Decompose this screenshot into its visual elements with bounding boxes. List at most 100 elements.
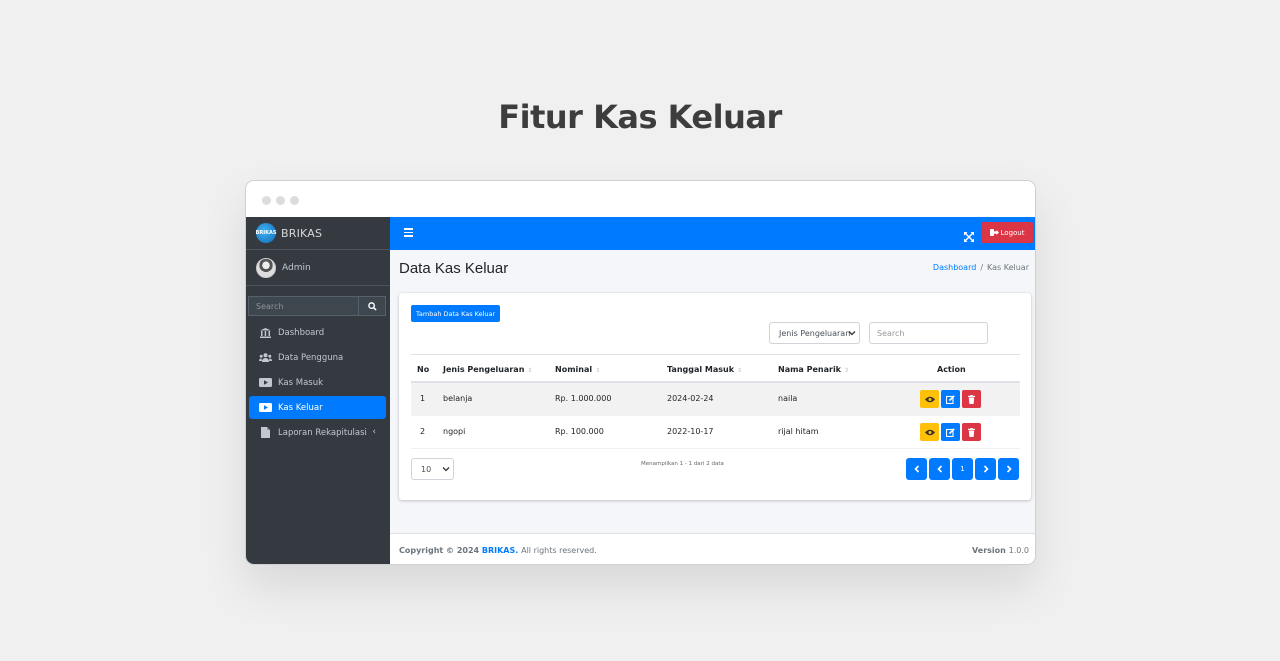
version-info: Version 1.0.0 bbox=[972, 546, 1029, 555]
content-header: Data Kas Keluar Dashboard / Kas Keluar bbox=[390, 250, 1035, 288]
search-icon bbox=[367, 301, 377, 311]
edit-button[interactable] bbox=[941, 390, 960, 408]
previous-page-button[interactable] bbox=[929, 458, 950, 480]
video-icon bbox=[259, 378, 272, 388]
sort-icon: ⇕ bbox=[737, 367, 743, 374]
row-actions bbox=[920, 390, 983, 408]
sidebar-item-label: Dashboard bbox=[278, 327, 325, 338]
column-header-label: Tanggal Masuk bbox=[667, 365, 735, 374]
sidebar-item-label: Kas Masuk bbox=[278, 377, 324, 388]
column-header-no[interactable]: No bbox=[417, 365, 429, 374]
sidebar-item-data-pengguna[interactable]: Data Pengguna bbox=[249, 346, 386, 369]
avatar bbox=[256, 257, 276, 278]
column-header-jenis[interactable]: Jenis Pengeluaran ⇕ bbox=[443, 365, 532, 374]
data-card: Tambah Data Kas Keluar Jenis Pengeluaran… bbox=[399, 293, 1031, 500]
page-heading: Fitur Kas Keluar bbox=[498, 98, 782, 136]
sidebar-search-button[interactable] bbox=[358, 296, 386, 316]
delete-button[interactable] bbox=[962, 390, 981, 408]
brand-logo: BRIKAS bbox=[256, 223, 276, 243]
sidebar-item-label: Data Pengguna bbox=[278, 352, 344, 363]
cell-jenis: belanja bbox=[443, 394, 473, 403]
edit-icon bbox=[946, 427, 955, 437]
sidebar-item-label: Laporan Rekapitulasi bbox=[278, 427, 367, 438]
row-actions bbox=[920, 423, 983, 441]
logout-icon bbox=[989, 229, 999, 236]
page-number-button[interactable]: 1 bbox=[952, 458, 973, 480]
column-header-action: Action bbox=[937, 365, 966, 374]
window-dot bbox=[276, 196, 285, 205]
video-icon bbox=[259, 403, 272, 413]
copyright-prefix: Copyright © 2024 bbox=[399, 546, 480, 555]
breadcrumb-home-link[interactable]: Dashboard bbox=[933, 263, 976, 272]
user-panel[interactable]: Admin bbox=[246, 250, 390, 286]
last-page-button[interactable] bbox=[998, 458, 1019, 480]
chevron-down-icon bbox=[848, 331, 856, 336]
eye-icon bbox=[924, 429, 935, 435]
page-length-value: 10 bbox=[421, 464, 432, 474]
main-content: Logout Data Kas Keluar Dashboard / Kas Kel… bbox=[390, 217, 1035, 564]
logout-label: Logout bbox=[1000, 228, 1025, 237]
breadcrumb-separator: / bbox=[980, 263, 984, 272]
cell-penarik: naila bbox=[778, 394, 798, 403]
footer-brand-link[interactable]: BRIKAS. bbox=[482, 546, 518, 555]
cell-tanggal: 2024-02-24 bbox=[667, 394, 714, 403]
sidebar-item-label: Kas Keluar bbox=[278, 402, 323, 413]
brand-text: BRIKAS bbox=[281, 226, 323, 240]
next-page-button[interactable] bbox=[975, 458, 996, 480]
cell-tanggal: 2022-10-17 bbox=[667, 427, 714, 436]
brand-link[interactable]: BRIKAS BRIKAS bbox=[246, 217, 390, 250]
edit-button[interactable] bbox=[941, 423, 960, 441]
logout-button[interactable]: Logout bbox=[981, 222, 1033, 243]
table-info: Menampilkan 1 - 1 dari 2 data bbox=[641, 461, 724, 467]
browser-window: BRIKAS BRIKAS Admin Dashboard bbox=[245, 180, 1036, 565]
user-name: Admin bbox=[282, 262, 311, 273]
users-icon bbox=[259, 353, 272, 363]
file-icon bbox=[259, 427, 272, 438]
delete-button[interactable] bbox=[962, 423, 981, 441]
cell-penarik: rijal hitam bbox=[778, 427, 819, 436]
chevron-right-icon bbox=[1006, 465, 1012, 473]
chevron-left-icon bbox=[913, 465, 919, 473]
sidebar-item-dashboard[interactable]: Dashboard bbox=[249, 321, 386, 344]
chevron-left-icon bbox=[936, 465, 942, 473]
sidebar-item-kas-masuk[interactable]: Kas Masuk bbox=[249, 371, 386, 394]
edit-icon bbox=[946, 394, 955, 404]
column-header-tanggal[interactable]: Tanggal Masuk ⇕ bbox=[667, 365, 742, 374]
sidebar-search-input[interactable] bbox=[248, 296, 358, 316]
fullscreen-icon[interactable] bbox=[964, 227, 974, 246]
cell-jenis: ngopi bbox=[443, 427, 466, 436]
top-navbar: Logout bbox=[390, 217, 1035, 250]
filter-select-value: Jenis Pengeluaran bbox=[779, 328, 851, 338]
sort-icon: ⇕ bbox=[595, 367, 601, 374]
view-button[interactable] bbox=[920, 390, 939, 408]
cell-nominal: Rp. 100.000 bbox=[555, 427, 604, 436]
cell-no: 1 bbox=[420, 394, 426, 403]
table-search-input[interactable]: Search bbox=[869, 322, 988, 344]
column-header-label: Jenis Pengeluaran bbox=[443, 365, 525, 374]
bank-icon bbox=[259, 327, 272, 338]
table-row: 2 ngopi Rp. 100.000 2022-10-17 rijal hit… bbox=[411, 416, 1020, 449]
column-header-penarik[interactable]: Nama Penarik ⇕ bbox=[778, 365, 849, 374]
view-button[interactable] bbox=[920, 423, 939, 441]
page-length-select[interactable]: 10 bbox=[411, 458, 454, 480]
cell-no: 2 bbox=[420, 427, 426, 436]
page-title: Data Kas Keluar bbox=[399, 260, 509, 277]
window-dot bbox=[290, 196, 299, 205]
chevron-down-icon bbox=[442, 467, 450, 472]
column-header-label: Nama Penarik bbox=[778, 365, 842, 374]
pagination: 1 bbox=[904, 458, 1019, 480]
trash-icon bbox=[968, 427, 975, 437]
column-header-nominal[interactable]: Nominal ⇕ bbox=[555, 365, 600, 374]
column-header-label: Nominal bbox=[555, 365, 593, 374]
menu-toggle-icon[interactable] bbox=[404, 228, 413, 239]
chevron-right-icon bbox=[983, 465, 989, 473]
breadcrumb: Dashboard / Kas Keluar bbox=[933, 263, 1029, 272]
sidebar-item-kas-keluar[interactable]: Kas Keluar bbox=[249, 396, 386, 419]
version-number: 1.0.0 bbox=[1008, 546, 1029, 555]
sidebar-item-laporan-rekapitulasi[interactable]: Laporan Rekapitulasi ‹ bbox=[249, 421, 386, 444]
table-row: 1 belanja Rp. 1.000.000 2024-02-24 naila bbox=[411, 383, 1020, 416]
jenis-pengeluaran-filter[interactable]: Jenis Pengeluaran bbox=[769, 322, 860, 344]
first-page-button[interactable] bbox=[906, 458, 927, 480]
trash-icon bbox=[968, 394, 975, 404]
add-kas-keluar-button[interactable]: Tambah Data Kas Keluar bbox=[411, 305, 501, 322]
